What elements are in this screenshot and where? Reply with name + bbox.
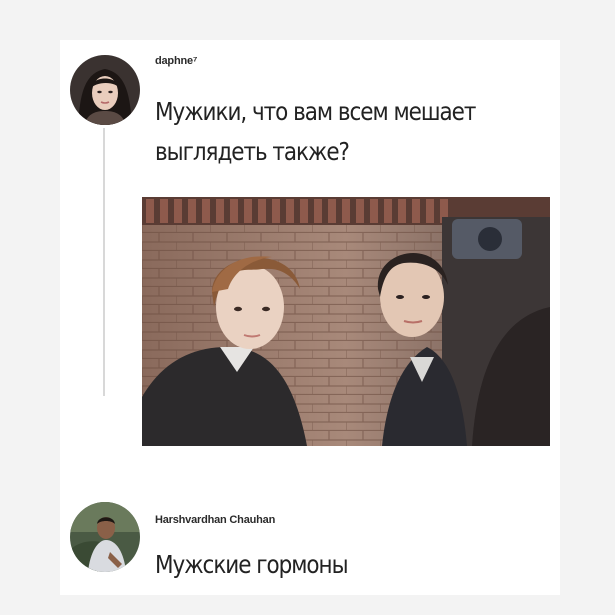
user-avatar-icon [70, 502, 140, 572]
reply-username[interactable]: Harshvardhan Chauhan [155, 514, 275, 526]
user-avatar-icon [70, 55, 140, 125]
thread-line [103, 128, 105, 396]
post-image[interactable] [142, 197, 550, 446]
post-username[interactable]: daphne⁷ [155, 55, 197, 67]
post-author-avatar[interactable] [70, 55, 140, 125]
reply-text: Мужские гормоны [155, 550, 349, 579]
post-text: Мужики, что вам всем мешает выглядеть та… [155, 97, 476, 166]
photo-two-men-icon [142, 197, 550, 446]
reply-author-avatar[interactable] [70, 502, 140, 572]
